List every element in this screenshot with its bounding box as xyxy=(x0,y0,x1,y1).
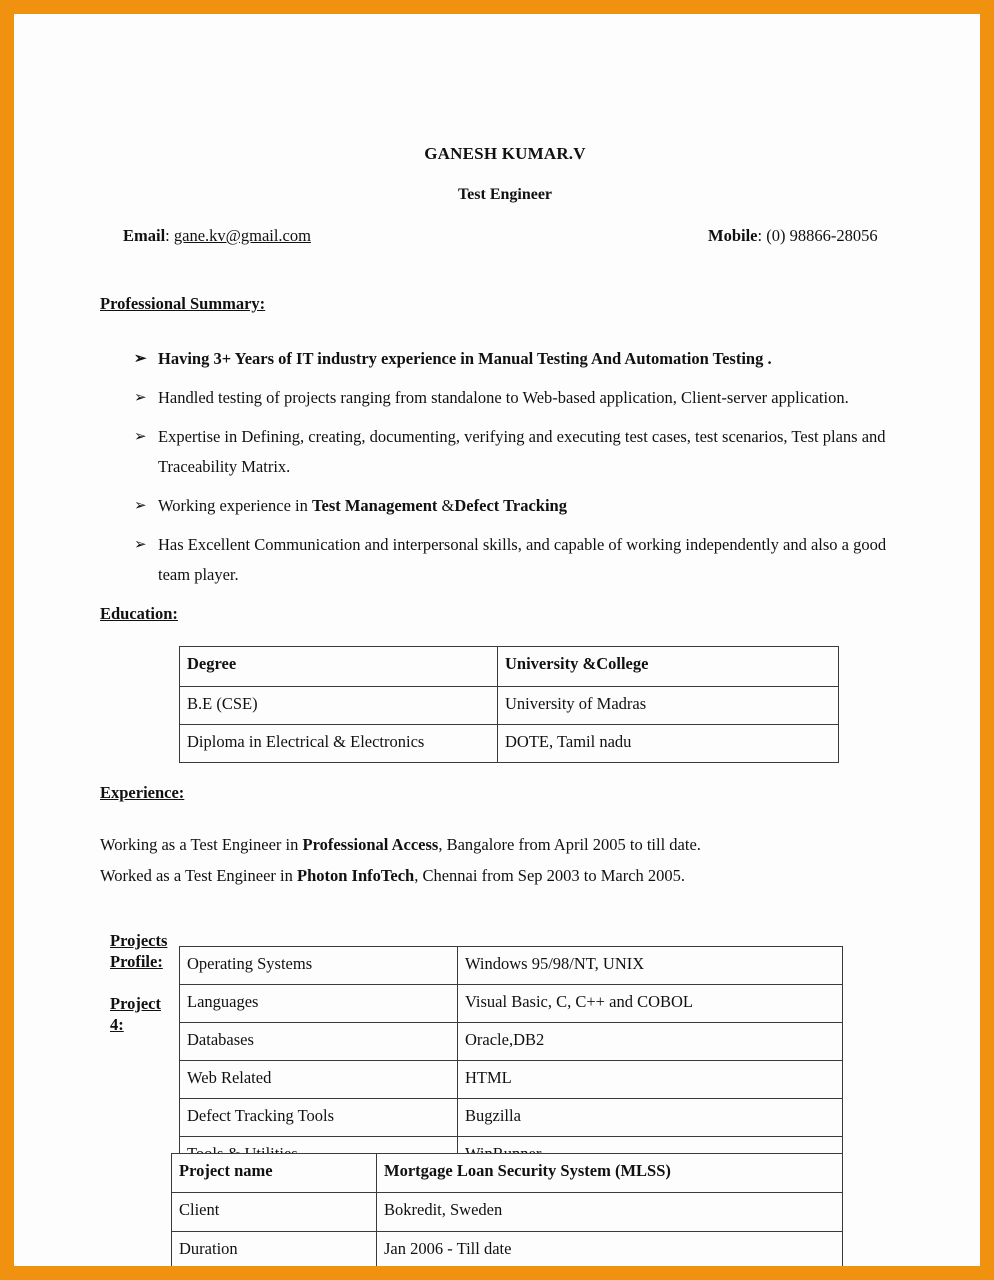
column-header-degree: Degree xyxy=(179,646,498,687)
bullet-text: Handled testing of projects ranging from… xyxy=(158,388,849,407)
email-line: Email: gane.kv@gmail.com xyxy=(123,226,311,246)
bullet-text-bold-2: Defect Tracking xyxy=(454,496,567,515)
bullet-text-tail: . xyxy=(763,349,772,368)
email-link[interactable]: gane.kv@gmail.com xyxy=(174,226,311,245)
arrow-bullet-icon: ➢ xyxy=(134,429,147,445)
experience-company: Professional Access xyxy=(302,835,439,854)
mobile-label: Mobile xyxy=(708,226,758,245)
list-item: ➢ Having 3+ Years of IT industry experien… xyxy=(100,344,900,374)
list-item: ➢ Has Excellent Communication and interpe… xyxy=(100,530,900,590)
resume-page: GANESH KUMAR.V Test Engineer Email: gane… xyxy=(0,0,994,1280)
table-row: Languages Visual Basic, C, C++ and COBOL xyxy=(179,984,843,1023)
table-cell-skill-value: HTML xyxy=(457,1060,843,1099)
projects-side-column: Projects Profile: Project 4: xyxy=(110,931,168,1035)
table-cell-client-label: Client xyxy=(171,1192,377,1232)
table-row: Client Bokredit, Sweden xyxy=(171,1192,843,1232)
table-row: Operating Systems Windows 95/98/NT, UNIX xyxy=(179,946,843,985)
bullet-text-bold: Test Management xyxy=(312,496,438,515)
summary-bullet-list: ➢ Having 3+ Years of IT industry experien… xyxy=(100,344,900,590)
table-cell-skill-value: Visual Basic, C, C++ and COBOL xyxy=(457,984,843,1023)
bullet-text-mid: & xyxy=(437,496,455,515)
experience-text-after: , Chennai from Sep 2003 to March 2005. xyxy=(414,866,686,885)
table-row: Databases Oracle,DB2 xyxy=(179,1022,843,1061)
bullet-text: Has Excellent Communication and interper… xyxy=(158,535,887,584)
experience-line: Worked as a Test Engineer in Photon Info… xyxy=(100,860,900,891)
page-sheet: GANESH KUMAR.V Test Engineer Email: gane… xyxy=(14,14,980,1266)
email-separator: : xyxy=(165,226,174,245)
table-row: Defect Tracking Tools Bugzilla xyxy=(179,1098,843,1137)
education-table-wrap: Degree University &College B.E (CSE) Uni… xyxy=(100,646,900,763)
professional-summary-heading-wrap: Professional Summary: xyxy=(100,294,900,314)
list-item: ➢ Handled testing of projects ranging fro… xyxy=(100,383,900,413)
experience-heading: Experience: xyxy=(100,783,185,802)
professional-summary-heading: Professional Summary: xyxy=(100,294,266,313)
experience-text-before: Working as a Test Engineer in xyxy=(100,835,303,854)
bullet-text: Expertise in Defining, creating, documen… xyxy=(158,427,886,476)
table-cell-duration-label: Duration xyxy=(171,1231,377,1266)
table-cell-project-name-label: Project name xyxy=(171,1153,377,1193)
table-cell-duration-value: Jan 2006 - Till date xyxy=(376,1231,843,1266)
table-row: B.E (CSE) University of Madras xyxy=(179,686,839,725)
arrow-bullet-icon: ➢ xyxy=(134,390,147,406)
document-content: GANESH KUMAR.V Test Engineer Email: gane… xyxy=(100,144,900,1266)
experience-lines: Working as a Test Engineer in Profession… xyxy=(100,829,900,891)
table-cell-skill-label: Operating Systems xyxy=(179,946,458,985)
arrow-bullet-icon: ➢ xyxy=(134,351,147,367)
project-4-heading: Project 4: xyxy=(110,994,161,1034)
table-row: Web Related HTML xyxy=(179,1060,843,1099)
education-table: Degree University &College B.E (CSE) Uni… xyxy=(179,646,839,763)
mobile-value: (0) 98866-28056 xyxy=(766,226,878,245)
table-cell-university: DOTE, Tamil nadu xyxy=(497,724,839,763)
experience-text-after: , Bangalore from April 2005 to till date… xyxy=(438,835,701,854)
table-header-row: Degree University &College xyxy=(179,646,839,687)
list-item: ➢ Working experience in Test Management &… xyxy=(100,491,900,521)
list-item: ➢ Expertise in Defining, creating, docume… xyxy=(100,422,900,482)
arrow-bullet-icon: ➢ xyxy=(134,498,147,514)
candidate-name: GANESH KUMAR.V xyxy=(424,144,586,163)
table-cell-skill-label: Defect Tracking Tools xyxy=(179,1098,458,1137)
education-heading: Education: xyxy=(100,604,178,623)
table-cell-degree: Diploma in Electrical & Electronics xyxy=(179,724,498,763)
table-cell-skill-value: Oracle,DB2 xyxy=(457,1022,843,1061)
bullet-text: Working experience in xyxy=(158,496,312,515)
skills-table: Operating Systems Windows 95/98/NT, UNIX… xyxy=(179,946,843,1175)
table-cell-degree: B.E (CSE) xyxy=(179,686,498,725)
mobile-separator: : xyxy=(757,226,767,245)
table-cell-university: University of Madras xyxy=(497,686,839,725)
table-cell-skill-label: Languages xyxy=(179,984,458,1023)
experience-company: Photon InfoTech xyxy=(297,866,415,885)
column-header-university: University &College xyxy=(497,646,839,687)
candidate-role: Test Engineer xyxy=(457,186,553,203)
table-header-row: Project name Mortgage Loan Security Syst… xyxy=(171,1153,843,1193)
projects-block: Projects Profile: Project 4: Operating S… xyxy=(100,931,900,1266)
table-row: Diploma in Electrical & Electronics DOTE… xyxy=(179,724,839,763)
arrow-bullet-icon: ➢ xyxy=(134,537,147,553)
mobile-line: Mobile: (0) 98866-28056 xyxy=(708,226,878,246)
projects-profile-heading: Projects Profile: xyxy=(110,931,168,971)
bullet-text: Having 3+ Years of IT industry experienc… xyxy=(158,349,764,368)
email-label: Email xyxy=(123,226,166,245)
table-cell-skill-label: Databases xyxy=(179,1022,458,1061)
project-details-table: Project name Mortgage Loan Security Syst… xyxy=(171,1153,843,1266)
experience-text-before: Worked as a Test Engineer in xyxy=(100,866,297,885)
experience-heading-wrap: Experience: xyxy=(100,783,900,803)
table-cell-skill-value: Windows 95/98/NT, UNIX xyxy=(457,946,843,985)
contact-row: Email: gane.kv@gmail.com Mobile: (0) 988… xyxy=(100,226,900,256)
experience-line: Working as a Test Engineer in Profession… xyxy=(100,829,900,860)
table-cell-project-name-value: Mortgage Loan Security System (MLSS) xyxy=(376,1153,843,1193)
table-cell-skill-label: Web Related xyxy=(179,1060,458,1099)
table-cell-skill-value: Bugzilla xyxy=(457,1098,843,1137)
education-heading-wrap: Education: xyxy=(100,604,900,624)
table-row: Duration Jan 2006 - Till date xyxy=(171,1231,843,1266)
table-cell-client-value: Bokredit, Sweden xyxy=(376,1192,843,1232)
